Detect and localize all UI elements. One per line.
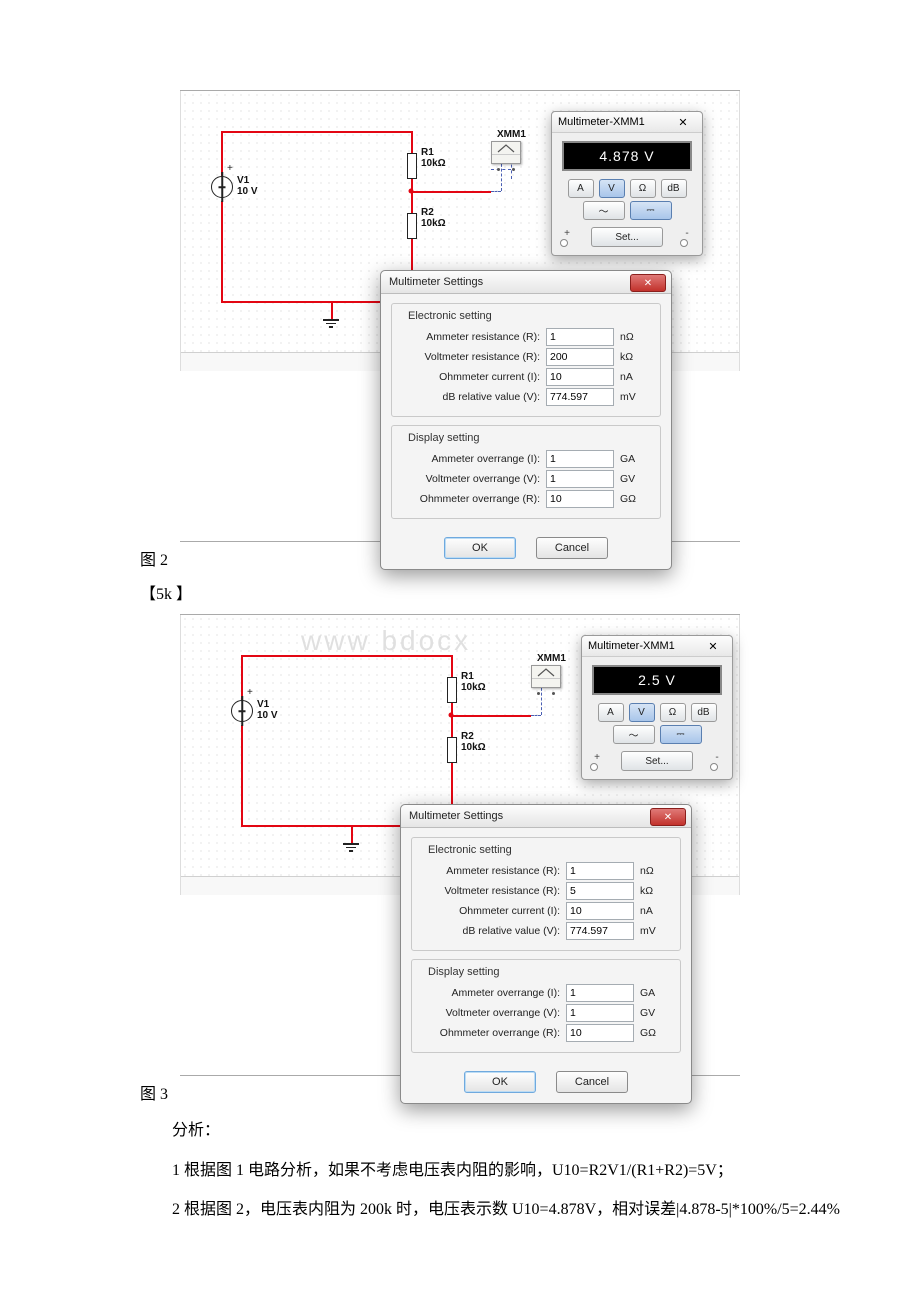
dc-button[interactable]: ⎓ [660,725,702,744]
mode-v-button[interactable]: V [599,179,625,198]
mode-a-button[interactable]: A [568,179,594,198]
settings-title: Multimeter Settings ✕ [401,805,691,828]
multimeter-reading: 2.5 V [592,665,722,695]
electronic-setting-group: Electronic setting Ammeter resistance (R… [391,303,661,417]
mode-db-button[interactable]: dB [661,179,687,198]
plus-terminal-label: + [560,228,574,239]
ohmmeter-overrange-input[interactable] [566,1024,634,1042]
voltage-source-icon [231,700,253,722]
mode-a-button[interactable]: A [598,703,624,722]
plus-terminal-icon [590,763,598,771]
multimeter-window[interactable]: Multimeter-XMM1 ✕ 4.878 V A V Ω dB 〜 ⎓ + [551,111,703,256]
resistor-r2-label: R2 10kΩ [421,207,446,229]
mode-v-button[interactable]: V [629,703,655,722]
close-button[interactable]: ✕ [630,274,666,292]
minus-terminal-label: - [710,752,724,763]
multimeter-window-title: Multimeter-XMM1 ✕ [582,636,732,657]
ammeter-resistance-input[interactable] [566,862,634,880]
minus-terminal-icon [680,239,688,247]
db-relative-input[interactable] [566,922,634,940]
minus-terminal-label: - [680,228,694,239]
set-button[interactable]: Set... [621,751,693,771]
analysis-line-2: 2 根据图 2，电压表内阻为 200k 时，电压表示数 U10=4.878V，相… [140,1197,850,1223]
resistor-r2-icon [407,213,417,239]
display-setting-group: Display setting Ammeter overrange (I):GA… [391,425,661,519]
watermark: www bdocx [301,625,471,657]
mode-db-button[interactable]: dB [691,703,717,722]
ammeter-overrange-input[interactable] [546,450,614,468]
plus-terminal-icon [560,239,568,247]
settings-title: Multimeter Settings ✕ [381,271,671,294]
section-5k-label: 【5k 】 [140,580,850,604]
figure-2: + V1 10 V R1 10kΩ R2 10kΩ XMM1 [180,90,740,542]
ohmmeter-current-input[interactable] [546,368,614,386]
ohmmeter-overrange-input[interactable] [546,490,614,508]
electronic-setting-group: Electronic setting Ammeter resistance (R… [411,837,681,951]
voltage-source-icon [211,176,233,198]
voltmeter-overrange-input[interactable] [546,470,614,488]
resistor-r2-icon [447,737,457,763]
voltmeter-resistance-input[interactable] [566,882,634,900]
voltmeter-resistance-input[interactable] [546,348,614,366]
display-setting-group: Display setting Ammeter overrange (I):GA… [411,959,681,1053]
ok-button[interactable]: OK [464,1071,536,1093]
resistor-r1-label: R1 10kΩ [421,147,446,169]
ammeter-resistance-input[interactable] [546,328,614,346]
analysis-line-1: 1 根据图 1 电路分析，如果不考虑电压表内阻的影响，U10=R2V1/(R1+… [140,1158,850,1184]
cancel-button[interactable]: Cancel [556,1071,628,1093]
cancel-button[interactable]: Cancel [536,537,608,559]
mode-ohm-button[interactable]: Ω [660,703,686,722]
close-icon[interactable]: ✕ [698,640,728,653]
voltmeter-overrange-input[interactable] [566,1004,634,1022]
ac-button[interactable]: 〜 [613,725,655,744]
multimeter-reading: 4.878 V [562,141,692,171]
ohmmeter-current-input[interactable] [566,902,634,920]
multimeter-label: XMM1 [537,653,566,664]
multimeter-icon[interactable] [531,665,561,688]
analysis-heading: 分析： [140,1118,850,1144]
ac-button[interactable]: 〜 [583,201,625,220]
plus-terminal-label: + [590,752,604,763]
resistor-r1-icon [407,153,417,179]
minus-terminal-icon [710,763,718,771]
mode-ohm-button[interactable]: Ω [630,179,656,198]
ground-icon [343,843,359,852]
multimeter-label: XMM1 [497,129,526,140]
ammeter-overrange-input[interactable] [566,984,634,1002]
source-label: V1 10 V [237,175,258,197]
dc-button[interactable]: ⎓ [630,201,672,220]
multimeter-window[interactable]: Multimeter-XMM1 ✕ 2.5 V A V Ω dB 〜 ⎓ + [581,635,733,780]
multimeter-window-title: Multimeter-XMM1 ✕ [552,112,702,133]
ok-button[interactable]: OK [444,537,516,559]
figure-3: www bdocx + V1 10 V R1 [180,614,740,1076]
set-button[interactable]: Set... [591,227,663,247]
resistor-r2-label: R2 10kΩ [461,731,486,753]
resistor-r1-label: R1 10kΩ [461,671,486,693]
close-icon[interactable]: ✕ [668,116,698,129]
ground-icon [323,319,339,328]
multimeter-settings-dialog[interactable]: Multimeter Settings ✕ Electronic setting… [400,804,692,1104]
db-relative-input[interactable] [546,388,614,406]
multimeter-icon[interactable] [491,141,521,164]
source-label: V1 10 V [257,699,278,721]
resistor-r1-icon [447,677,457,703]
multimeter-settings-dialog[interactable]: Multimeter Settings ✕ Electronic setting… [380,270,672,570]
close-button[interactable]: ✕ [650,808,686,826]
